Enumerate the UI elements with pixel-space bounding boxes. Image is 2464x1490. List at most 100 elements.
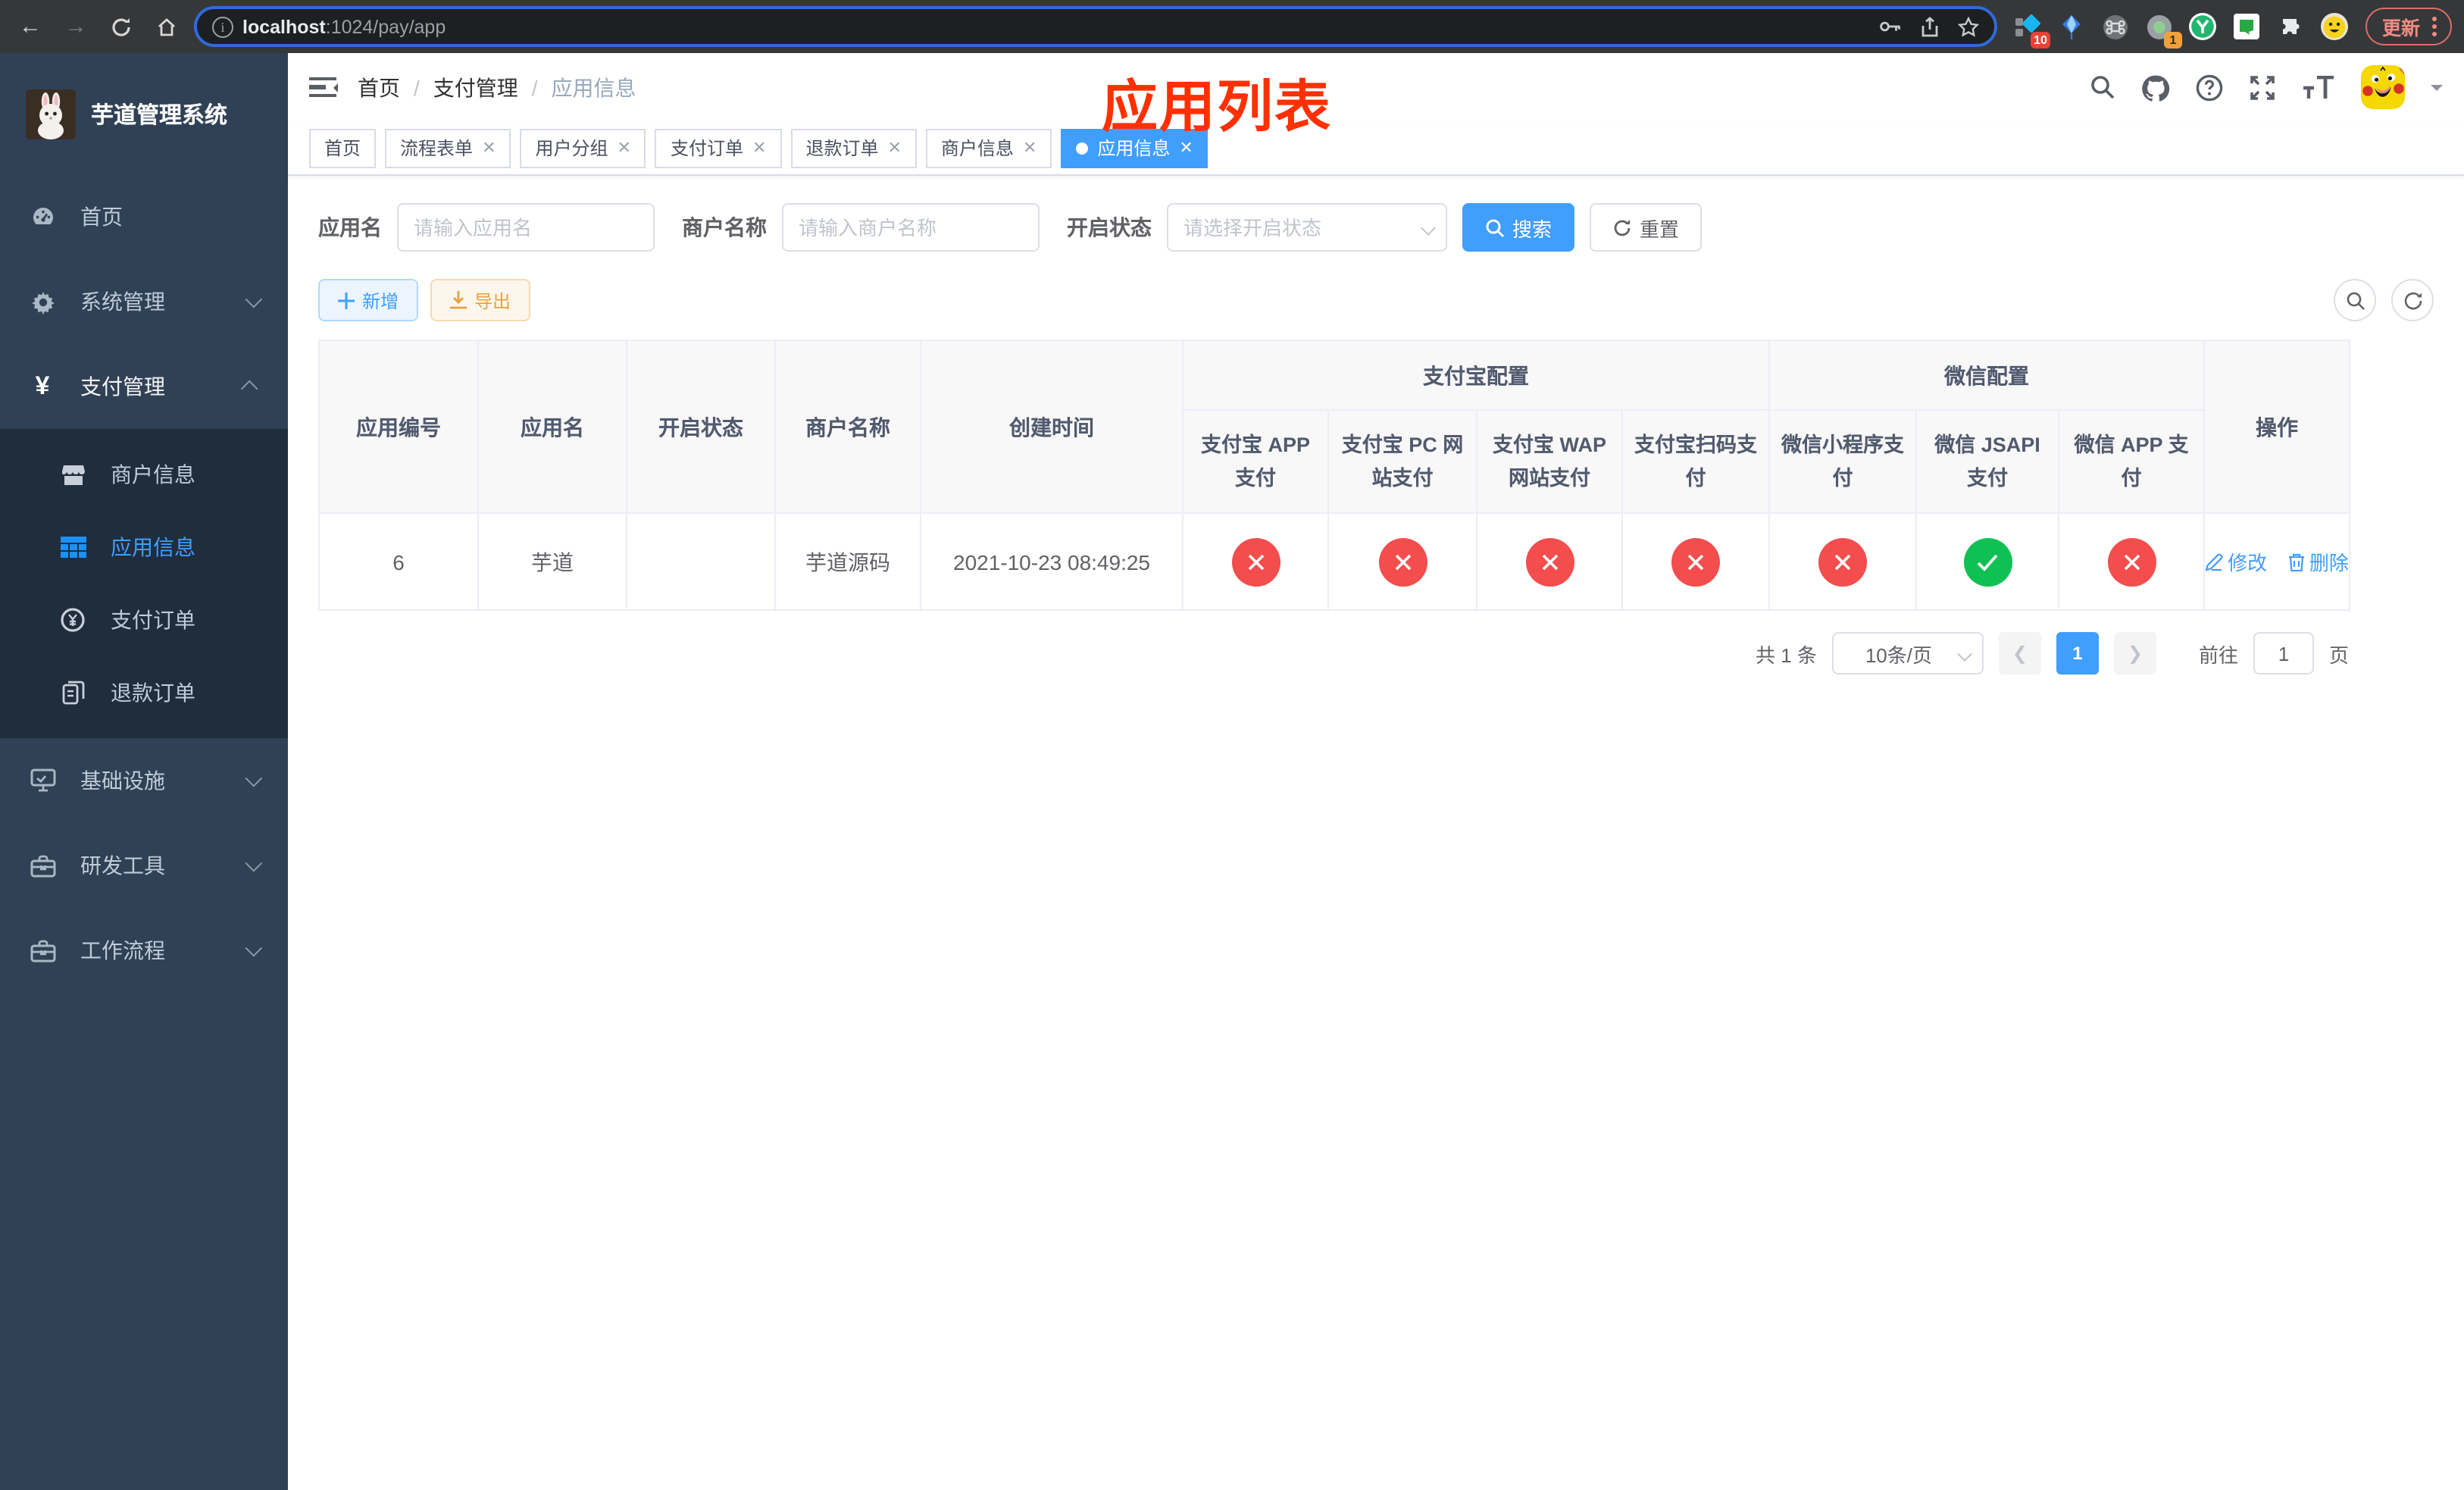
sidebar-item-label: 支付管理 (80, 374, 165, 399)
sidebar-item-label: 工作流程 (80, 938, 165, 963)
help-icon[interactable] (2196, 74, 2223, 101)
delete-link[interactable]: 删除 (2288, 547, 2349, 576)
merchant-name-input[interactable] (782, 203, 1040, 252)
refresh-table-button[interactable] (2391, 279, 2434, 321)
column-header: 支付宝扫码支付 (1621, 409, 1770, 514)
prev-page-button[interactable]: ❮ (1998, 632, 2041, 675)
search-icon[interactable] (2090, 74, 2115, 100)
extension-tango-icon[interactable]: 10 (2012, 11, 2050, 48)
extensions-puzzle-icon[interactable] (2276, 11, 2306, 42)
toolbox-icon (29, 854, 56, 877)
app-title: 芋道管理系统 (91, 102, 228, 128)
tag-home[interactable]: 首页 (309, 128, 377, 167)
url-text: localhost:1024/pay/app (242, 16, 446, 37)
screen: ← → i localhost:1024/pay/app 10 1 更新 芋道管… (0, 0, 2464, 1490)
add-button[interactable]: 新增 (318, 279, 419, 321)
close-icon[interactable]: ✕ (1023, 138, 1037, 158)
sidebar-item-workflow[interactable]: 工作流程 (0, 908, 288, 993)
table-row: 6 芋道 芋道源码 2021-10-23 08:49:25 修改 删除 (318, 512, 2350, 611)
next-page-button[interactable]: ❯ (2113, 632, 2156, 675)
sidebar-item-infrastructure[interactable]: 基础设施 (0, 738, 288, 823)
tag-pay-order[interactable]: 支付订单 ✕ (655, 128, 782, 167)
monitor-icon (29, 768, 56, 793)
pencil-icon (2205, 552, 2223, 571)
avatar-caret-icon[interactable] (2431, 84, 2443, 96)
close-icon[interactable]: ✕ (618, 138, 631, 158)
download-icon (450, 291, 467, 309)
font-size-icon[interactable] (2302, 75, 2335, 99)
sidebar-item-system[interactable]: 系统管理 (0, 259, 288, 344)
browser-reload-button[interactable] (103, 8, 139, 45)
tag-merchant-info[interactable]: 商户信息 ✕ (925, 128, 1052, 167)
page-size-value[interactable] (1831, 632, 1984, 675)
reload-icon (112, 17, 130, 36)
reset-button[interactable]: 重置 (1590, 203, 1703, 252)
fullscreen-icon[interactable] (2249, 74, 2276, 101)
browser-home-button[interactable] (149, 8, 185, 45)
sidebar: 芋道管理系统 首页 系统管理 ¥ 支付管理 商户信息 应用信息 支付订单 退款订… (0, 53, 288, 1490)
toggle-search-button[interactable] (2334, 279, 2376, 321)
bookmark-star-icon[interactable] (1957, 16, 1979, 37)
page-size-select[interactable] (1831, 632, 1984, 675)
share-icon[interactable] (1920, 16, 1940, 37)
close-icon[interactable]: ✕ (887, 138, 901, 158)
plus-icon (338, 292, 355, 308)
export-button[interactable]: 导出 (430, 279, 531, 321)
sidebar-item-pay-order[interactable]: 支付订单 (0, 584, 288, 656)
column-header-actions: 操作 (2203, 340, 2350, 514)
column-header: 微信小程序支付 (1768, 409, 1917, 514)
column-header: 微信 JSAPI 支付 (1915, 409, 2059, 514)
column-header: 开启状态 (626, 340, 776, 514)
page-title-annotation: 应用列表 (1102, 76, 1332, 138)
search-form: 应用名 商户名称 开启状态 搜索 (318, 203, 2434, 252)
sidebar-item-app-info[interactable]: 应用信息 (0, 511, 288, 584)
extension-chat-icon[interactable] (2232, 11, 2262, 42)
sidebar-item-label: 基础设施 (80, 768, 165, 793)
extension-command-icon[interactable] (2100, 11, 2131, 42)
gear-icon (29, 289, 56, 315)
browser-menu-icon[interactable] (2428, 17, 2441, 36)
breadcrumb-payment[interactable]: 支付管理 (433, 72, 518, 102)
github-icon[interactable] (2141, 74, 2170, 101)
user-avatar[interactable] (2361, 65, 2405, 109)
browser-profile-avatar[interactable] (2320, 11, 2350, 42)
channel-status-icon (1231, 537, 1280, 586)
search-button[interactable]: 搜索 (1462, 203, 1575, 252)
page-number-button[interactable]: 1 (2056, 632, 2099, 675)
extension-recorder-icon[interactable]: 1 (2144, 11, 2182, 48)
column-header: 应用名 (477, 340, 627, 514)
sidebar-item-merchant-info[interactable]: 商户信息 (0, 438, 288, 511)
extension-yudao-icon[interactable] (2188, 11, 2219, 42)
tag-process-form[interactable]: 流程表单 ✕ (385, 128, 511, 167)
group-header-wechat: 微信配置 (1768, 340, 2205, 411)
close-icon[interactable]: ✕ (482, 138, 496, 158)
app-name-input[interactable] (397, 203, 655, 252)
pagination: 共 1 条 ❮ 1 ❯ 前往 页 (318, 632, 2349, 675)
address-bar[interactable]: i localhost:1024/pay/app (194, 6, 1997, 47)
sidebar-item-label: 应用信息 (111, 535, 195, 559)
browser-forward-button[interactable]: → (58, 8, 94, 45)
edit-link[interactable]: 修改 (2205, 547, 2267, 576)
sidebar-item-payment[interactable]: ¥ 支付管理 (0, 344, 288, 429)
command-icon (2103, 14, 2128, 39)
sidebar-item-dev-tools[interactable]: 研发工具 (0, 823, 288, 908)
status-select-input[interactable] (1167, 203, 1447, 252)
sidebar-item-home[interactable]: 首页 (0, 174, 288, 259)
browser-back-button[interactable]: ← (12, 8, 48, 45)
tag-user-group[interactable]: 用户分组 ✕ (520, 128, 646, 167)
sidebar-collapse-icon[interactable] (309, 77, 338, 98)
cell-actions: 修改 删除 (2203, 512, 2350, 611)
browser-update-button[interactable]: 更新 (2365, 8, 2452, 45)
close-icon[interactable]: ✕ (752, 138, 766, 158)
password-key-icon[interactable] (1879, 16, 1902, 36)
toolbox-icon (29, 939, 56, 962)
chevron-down-icon (245, 939, 263, 957)
breadcrumb-home[interactable]: 首页 (358, 72, 400, 102)
site-info-icon[interactable]: i (212, 16, 233, 37)
status-select[interactable] (1167, 203, 1447, 252)
sidebar-item-refund-order[interactable]: 退款订单 (0, 656, 288, 729)
goto-page-input[interactable] (2253, 632, 2314, 675)
extension-kite-icon[interactable] (2056, 11, 2087, 42)
trash-icon (2288, 552, 2304, 571)
tag-refund-order[interactable]: 退款订单 ✕ (790, 128, 917, 167)
